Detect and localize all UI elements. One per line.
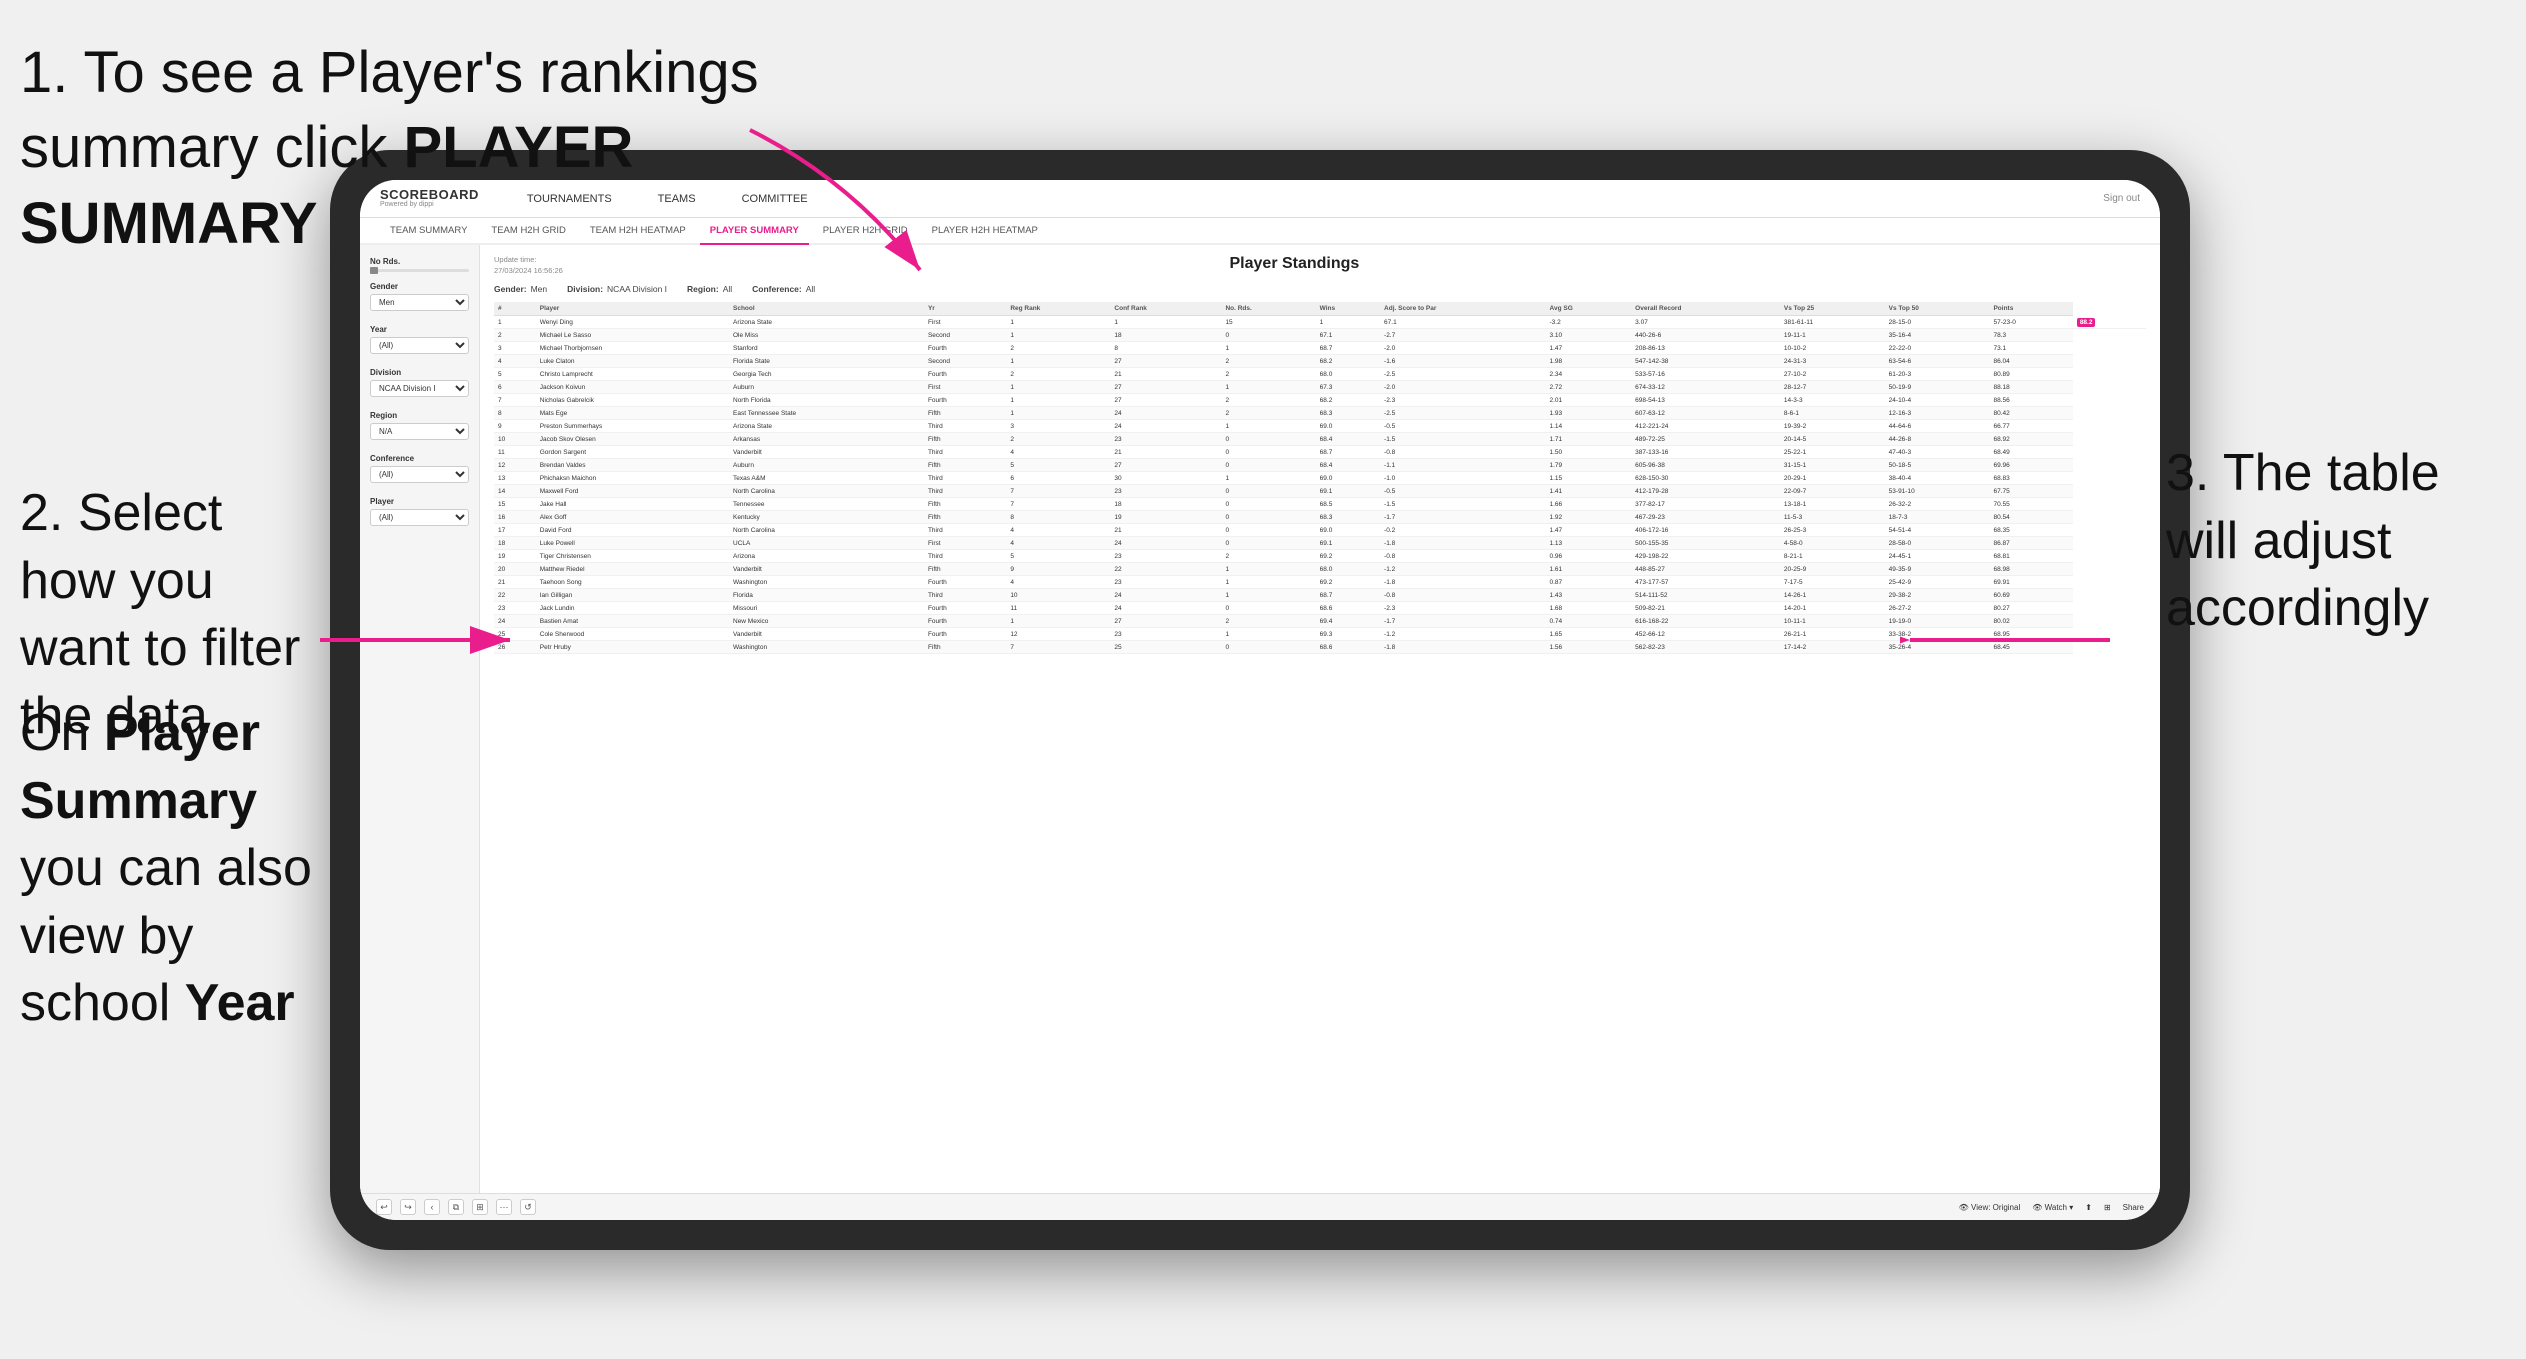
filter-gender: Gender: Men: [494, 284, 547, 294]
filter-conference: Conference: All: [752, 284, 815, 294]
options-button[interactable]: ⋯: [496, 1199, 512, 1215]
table-row: 21Taehoon SongWashingtonFourth423169.2-1…: [494, 576, 2146, 589]
sidebar-player-select[interactable]: (All): [370, 509, 469, 526]
col-rank: #: [494, 302, 536, 316]
standings-title: Player Standings: [563, 255, 2026, 273]
table-row: 19Tiger ChristensenArizonaThird523269.2-…: [494, 550, 2146, 563]
sidebar-division-label: Division: [370, 368, 469, 377]
table-row: 10Jacob Skov OlesenArkansasFifth223068.4…: [494, 433, 2146, 446]
col-yr: Yr: [924, 302, 1006, 316]
sidebar-year-select[interactable]: (All): [370, 337, 469, 354]
table-row: 8Mats EgeEast Tennessee StateFifth124268…: [494, 407, 2146, 420]
ann1-text: 1. To see a Player's rankings summary cl…: [20, 40, 759, 256]
ann3-text: 3. The table will adjust accordingly: [2166, 444, 2440, 637]
table-row: 3Michael ThorbjornsenStanfordFourth28168…: [494, 342, 2146, 355]
col-player: Player: [536, 302, 729, 316]
redo-button[interactable]: ↪: [400, 1199, 416, 1215]
annotation-step1: 1. To see a Player's rankings summary cl…: [20, 35, 780, 261]
sidebar-division-select[interactable]: NCAA Division I: [370, 380, 469, 397]
share-button[interactable]: Share: [2123, 1203, 2144, 1212]
copy-button[interactable]: ⧉: [448, 1199, 464, 1215]
table-row: 14Maxwell FordNorth CarolinaThird723069.…: [494, 485, 2146, 498]
toolbar-view-section: 👁 View: Original 👁 Watch ▾ ⬆ ⊞ Share: [1959, 1203, 2144, 1212]
table-row: 11Gordon SargentVanderbiltThird421068.7-…: [494, 446, 2146, 459]
col-adj-score: Adj. Score to Par: [1380, 302, 1545, 316]
grid-button[interactable]: ⊞: [2104, 1203, 2111, 1212]
sidebar-player-label: Player: [370, 497, 469, 506]
table-row: 7Nicholas GabrelcikNorth FloridaFourth12…: [494, 394, 2146, 407]
view-original-label[interactable]: 👁 View: Original: [1959, 1203, 2021, 1212]
tab-player-h2h-heatmap[interactable]: PLAYER H2H HEATMAP: [922, 218, 1048, 245]
table-row: 25Cole SherwoodVanderbiltFourth1223169.3…: [494, 628, 2146, 641]
tablet-device: SCOREBOARD Powered by dippi TOURNAMENTS …: [330, 150, 2190, 1250]
filter-row: Gender: Men Division: NCAA Division I Re…: [494, 284, 2146, 294]
sidebar-no-rds-slider[interactable]: [370, 269, 469, 272]
tablet-screen: SCOREBOARD Powered by dippi TOURNAMENTS …: [360, 180, 2160, 1220]
annotation-step4: On Player Summary you can also view by s…: [20, 700, 350, 1038]
sidebar-gender-select[interactable]: Men: [370, 294, 469, 311]
sidebar-conference-label: Conference: [370, 454, 469, 463]
table-row: 1Wenyi DingArizona StateFirst1115167.1-3…: [494, 316, 2146, 329]
nav-right: Sign out: [2103, 193, 2140, 204]
col-reg-rank: Reg Rank: [1006, 302, 1110, 316]
ann4-text: On Player Summary you can also view by s…: [20, 704, 312, 1032]
table-row: 4Luke ClatonFlorida StateSecond127268.2-…: [494, 355, 2146, 368]
undo-button[interactable]: ↩: [376, 1199, 392, 1215]
col-conf-rank: Conf Rank: [1110, 302, 1221, 316]
back-button[interactable]: ‹: [424, 1199, 440, 1215]
col-no-rds: No. Rds.: [1221, 302, 1315, 316]
sidebar-conference-select[interactable]: (All): [370, 466, 469, 483]
col-overall: Overall Record: [1631, 302, 1780, 316]
sidebar: No Rds. Gender Men Year (All) Division N…: [360, 245, 480, 1193]
sidebar-region-select[interactable]: N/A: [370, 423, 469, 440]
watch-label[interactable]: 👁 Watch ▾: [2032, 1203, 2073, 1212]
table-row: 15Jake HallTennesseeFifth718068.5-1.51.6…: [494, 498, 2146, 511]
col-avg-sg: Avg SG: [1546, 302, 1632, 316]
refresh-button[interactable]: ↺: [520, 1199, 536, 1215]
col-points: Points: [1989, 302, 2072, 316]
main-content: No Rds. Gender Men Year (All) Division N…: [360, 245, 2160, 1193]
table-row: 2Michael Le SassoOle MissSecond118067.1-…: [494, 329, 2146, 342]
table-row: 24Bastien AmatNew MexicoFourth127269.4-1…: [494, 615, 2146, 628]
table-row: 6Jackson KoivunAuburnFirst127167.3-2.02.…: [494, 381, 2146, 394]
filter-region: Region: All: [687, 284, 732, 294]
sidebar-gender-label: Gender: [370, 282, 469, 291]
table-row: 18Luke PowellUCLAFirst424069.1-1.81.1350…: [494, 537, 2146, 550]
table-row: 12Brendan ValdesAuburnFifth527068.4-1.11…: [494, 459, 2146, 472]
col-vs-top25: Vs Top 25: [1780, 302, 1885, 316]
paste-button[interactable]: ⊞: [472, 1199, 488, 1215]
table-area: Update time:27/03/2024 16:56:26 Player S…: [480, 245, 2160, 1193]
col-wins: Wins: [1316, 302, 1380, 316]
standings-table: # Player School Yr Reg Rank Conf Rank No…: [494, 302, 2146, 654]
table-row: 23Jack LundinMissouriFourth1124068.6-2.3…: [494, 602, 2146, 615]
sidebar-region-label: Region: [370, 411, 469, 420]
bottom-toolbar: ↩ ↪ ‹ ⧉ ⊞ ⋯ ↺ 👁 View: Original 👁 Watch ▾…: [360, 1193, 2160, 1220]
tab-player-h2h-grid[interactable]: PLAYER H2H GRID: [813, 218, 918, 245]
table-row: 9Preston SummerhaysArizona StateThird324…: [494, 420, 2146, 433]
annotation-step3: 3. The table will adjust accordingly: [2166, 440, 2506, 643]
table-row: 22Ian GilliganFloridaThird1024168.7-0.81…: [494, 589, 2146, 602]
sidebar-year-label: Year: [370, 325, 469, 334]
table-row: 13Phichaksn MaichonTexas A&MThird630169.…: [494, 472, 2146, 485]
col-school: School: [729, 302, 924, 316]
col-vs-top50: Vs Top 50: [1885, 302, 1990, 316]
table-row: 20Matthew RiedelVanderbiltFifth922168.0-…: [494, 563, 2146, 576]
sign-out-link[interactable]: Sign out: [2103, 193, 2140, 204]
table-row: 26Petr HrubyWashingtonFifth725068.6-1.81…: [494, 641, 2146, 654]
table-row: 16Alex GoffKentuckyFifth819068.3-1.71.92…: [494, 511, 2146, 524]
table-row: 17David FordNorth CarolinaThird421069.0-…: [494, 524, 2146, 537]
filter-division: Division: NCAA Division I: [567, 284, 667, 294]
table-row: 5Christo LamprechtGeorgia TechFourth2212…: [494, 368, 2146, 381]
export-button[interactable]: ⬆: [2085, 1203, 2092, 1212]
